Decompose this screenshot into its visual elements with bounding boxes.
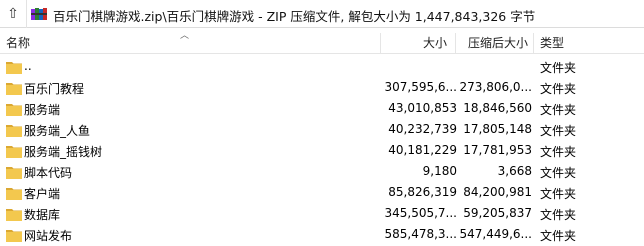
- up-folder-button[interactable]: ⇧: [0, 0, 27, 28]
- packed-size: 18,846,560: [463, 101, 532, 115]
- file-size: 307,595,6...: [384, 80, 457, 94]
- file-name: 网站发布: [24, 229, 73, 243]
- file-name: ..: [24, 59, 32, 73]
- file-size: 40,181,229: [388, 143, 457, 157]
- address-bar: ⇧ 百乐门棋牌游戏.zip\百乐门棋牌游戏 - ZIP 压缩文件, 解包大小为 …: [0, 0, 644, 28]
- file-type: 文件夹: [540, 124, 577, 138]
- file-size: 585,478,3...: [384, 227, 457, 241]
- folder-icon: [6, 146, 22, 158]
- folder-icon: [6, 125, 22, 137]
- packed-size: 547,449,6...: [459, 227, 532, 241]
- packed-size: 3,668: [497, 164, 532, 178]
- archive-path[interactable]: 百乐门棋牌游戏.zip\百乐门棋牌游戏 - ZIP 压缩文件, 解包大小为 1,…: [53, 6, 535, 25]
- file-size: 9,180: [422, 164, 457, 178]
- folder-icon: [6, 230, 22, 242]
- file-type: 文件夹: [540, 145, 577, 159]
- file-size: 85,826,319: [388, 185, 457, 199]
- file-type: 文件夹: [540, 82, 577, 96]
- list-item[interactable]: 数据库 345,505,7... 59,205,837 文件夹: [0, 204, 644, 225]
- folder-icon: [6, 209, 22, 221]
- folder-icon: [6, 188, 22, 200]
- file-size: 43,010,853: [388, 101, 457, 115]
- list-item[interactable]: 脚本代码 9,180 3,668 文件夹: [0, 162, 644, 183]
- file-type: 文件夹: [540, 208, 577, 222]
- column-size[interactable]: 大小: [423, 33, 447, 53]
- list-item[interactable]: .. 文件夹: [0, 57, 644, 78]
- file-name: 客户端: [24, 187, 61, 201]
- list-item[interactable]: 服务端 43,010,853 18,846,560 文件夹: [0, 99, 644, 120]
- folder-icon: [6, 167, 22, 179]
- packed-size: 84,200,981: [463, 185, 532, 199]
- file-type: 文件夹: [540, 166, 577, 180]
- column-packed-size[interactable]: 压缩后大小: [468, 33, 528, 53]
- folder-icon: [6, 83, 22, 95]
- column-divider[interactable]: [380, 33, 381, 53]
- packed-size: 17,781,953: [463, 143, 532, 157]
- file-name: 脚本代码: [24, 166, 73, 180]
- file-size: 40,232,739: [388, 122, 457, 136]
- column-name[interactable]: 名称: [6, 33, 30, 53]
- column-header: ︿ 名称 大小 压缩后大小 类型: [0, 31, 644, 54]
- file-name: 百乐门教程: [24, 82, 85, 96]
- up-arrow-icon: ⇧: [7, 6, 19, 22]
- list-item[interactable]: 服务端_摇钱树 40,181,229 17,781,953 文件夹: [0, 141, 644, 162]
- packed-size: 273,806,0...: [459, 80, 532, 94]
- list-item[interactable]: 网站发布 585,478,3... 547,449,6... 文件夹: [0, 225, 644, 246]
- file-type: 文件夹: [540, 103, 577, 117]
- column-divider[interactable]: [455, 33, 456, 53]
- folder-icon: [6, 62, 22, 74]
- packed-size: 17,805,148: [463, 122, 532, 136]
- packed-size: 59,205,837: [463, 206, 532, 220]
- file-name: 服务端_摇钱树: [24, 145, 103, 159]
- archive-icon: [31, 8, 47, 20]
- file-type: 文件夹: [540, 61, 577, 75]
- folder-icon: [6, 104, 22, 116]
- file-name: 数据库: [24, 208, 61, 222]
- file-name: 服务端: [24, 103, 61, 117]
- file-list: .. 文件夹 百乐门教程 307,595,6... 273,806,0... 文…: [0, 57, 644, 246]
- file-name: 服务端_人鱼: [24, 124, 91, 138]
- file-type: 文件夹: [540, 187, 577, 201]
- file-type: 文件夹: [540, 229, 577, 243]
- column-type[interactable]: 类型: [540, 33, 564, 53]
- list-item[interactable]: 服务端_人鱼 40,232,739 17,805,148 文件夹: [0, 120, 644, 141]
- column-divider[interactable]: [533, 33, 534, 53]
- file-size: 345,505,7...: [384, 206, 457, 220]
- sort-up-icon: ︿: [180, 31, 190, 41]
- list-item[interactable]: 客户端 85,826,319 84,200,981 文件夹: [0, 183, 644, 204]
- list-item[interactable]: 百乐门教程 307,595,6... 273,806,0... 文件夹: [0, 78, 644, 99]
